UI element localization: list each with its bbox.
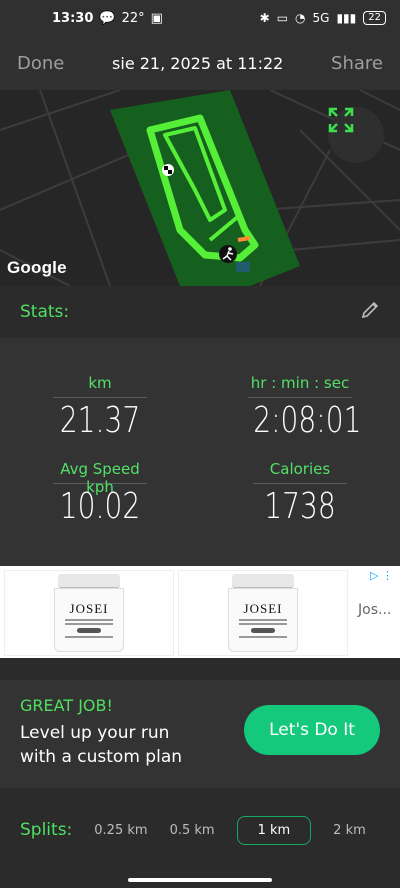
stat-label: Avg Speed kph [60, 460, 140, 496]
stats-header: Stats: [0, 286, 400, 338]
stat-distance: km 21.37 [45, 374, 155, 441]
bluetooth-icon: ✱ [259, 11, 270, 25]
message-icon: 💬 [99, 10, 116, 26]
ad-banner[interactable]: JOSEI JOSEI ▷ ⋮ Jos... [0, 566, 400, 658]
top-bar: Done sie 21, 2025 at 11:22 Share [0, 36, 400, 90]
stat-label: hr : min : sec [250, 374, 350, 392]
split-option-0-25km[interactable]: 0.25 km [94, 817, 147, 844]
stat-duration: hr : min : sec 2:08:01 [240, 374, 362, 441]
expand-icon [328, 107, 354, 133]
share-button[interactable]: Share [331, 53, 383, 74]
stat-label: km [88, 374, 112, 392]
signal-icon: ▮▮▮ [336, 11, 357, 25]
ad-more-text[interactable]: Jos... [358, 602, 391, 618]
clock: 13:30 [52, 10, 94, 26]
expand-map-button[interactable] [328, 107, 384, 163]
stats-label: Stats: [20, 302, 70, 322]
done-button[interactable]: Done [17, 53, 64, 74]
product-jar-image: JOSEI [228, 574, 298, 652]
temperature: 22° [121, 10, 145, 26]
battery-icon: 22 [363, 11, 386, 25]
training-plan-promo: GREAT JOB! Level up your run with a cust… [0, 680, 400, 788]
stat-label: Calories [269, 460, 331, 478]
promo-text: Level up your run with a custom plan [20, 723, 183, 767]
runner-marker-icon [219, 245, 237, 263]
product-jar-image: JOSEI [54, 574, 124, 652]
stat-value: 21.37 [59, 400, 141, 441]
split-option-0-5km[interactable]: 0.5 km [170, 817, 215, 844]
vibrate-icon: ▭ [276, 11, 289, 25]
stat-value: 10.02 [59, 486, 141, 527]
stat-value: 2:08:01 [253, 400, 362, 441]
jar-brand: JOSEI [69, 601, 109, 616]
ad-product-1[interactable]: JOSEI [4, 570, 174, 656]
ad-choices-icon[interactable]: ▷ ⋮ [370, 569, 393, 582]
app-notification-icon: ▣ [150, 10, 163, 26]
lets-do-it-button[interactable]: Let's Do It [244, 705, 380, 755]
page-title: sie 21, 2025 at 11:22 [112, 53, 284, 73]
system-nav-bar [0, 856, 400, 888]
ad-product-2[interactable]: JOSEI [178, 570, 348, 656]
edit-pencil-icon[interactable] [360, 300, 380, 324]
google-attribution: Google [7, 258, 67, 277]
home-indicator[interactable] [128, 878, 272, 882]
status-bar: 13:30 💬 22° ▣ ✱ ▭ ◔ 5G ▮▮▮ 22 [0, 0, 400, 36]
stat-avg-speed: Avg Speed kph 10.02 [45, 460, 155, 527]
network-label: 5G [312, 11, 330, 25]
splits-selector: Splits: 0.25 km 0.5 km 1 km 2 km [0, 804, 400, 856]
promo-headline: GREAT JOB! [20, 696, 113, 715]
split-option-1km[interactable]: 1 km [236, 815, 312, 845]
route-map[interactable]: Google [0, 90, 400, 286]
splits-label: Splits: [20, 820, 73, 840]
split-option-2km[interactable]: 2 km [333, 817, 366, 844]
stat-value: 1738 [264, 486, 336, 527]
jar-brand: JOSEI [243, 601, 283, 616]
stats-grid: km 21.37 hr : min : sec 2:08:01 Avg Spee… [0, 338, 400, 566]
wifi-icon: ◔ [295, 11, 306, 25]
stat-calories: Calories 1738 [245, 460, 355, 527]
finish-flag-icon [162, 164, 174, 176]
